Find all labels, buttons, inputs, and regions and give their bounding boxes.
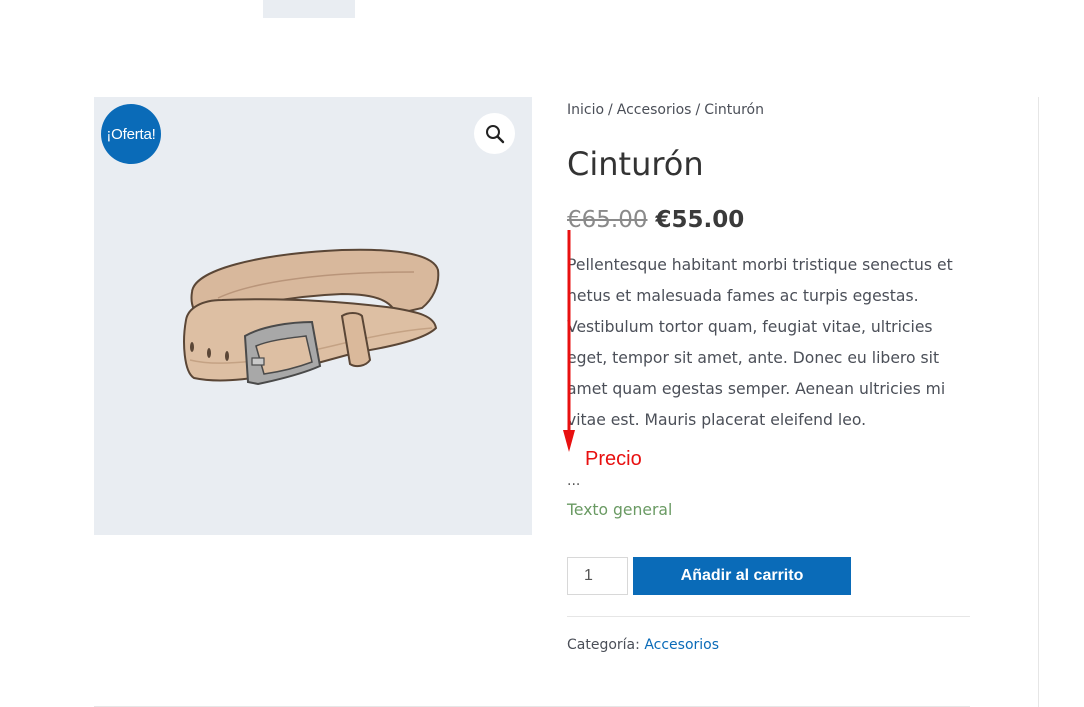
breadcrumb-accesorios-link[interactable]: Accesorios	[617, 102, 692, 118]
product-description: Pellentesque habitant morbi tristique se…	[567, 256, 953, 429]
category-link[interactable]: Accesorios	[644, 637, 719, 653]
breadcrumb-current: Cinturón	[704, 102, 764, 118]
product-title: Cinturón	[567, 145, 704, 183]
annotation-label: Precio	[585, 448, 642, 470]
sale-badge: ¡Oferta!	[101, 104, 161, 164]
magnifier-icon	[485, 124, 504, 143]
divider	[567, 616, 970, 617]
sidebar-divider	[1038, 97, 1039, 707]
general-text: Texto general	[567, 501, 673, 519]
red-arrow-annotation	[563, 230, 575, 452]
ellipsis-text: ...	[567, 473, 581, 489]
product-category: Categoría: Accesorios	[567, 637, 719, 653]
product-gallery: ¡Oferta!	[94, 97, 532, 535]
top-nav-tab[interactable]	[263, 0, 355, 18]
add-to-cart-button[interactable]: Añadir al carrito	[633, 557, 851, 595]
breadcrumb-home-link[interactable]: Inicio	[567, 102, 604, 118]
sale-price: €55.00	[655, 207, 745, 233]
product-price: €65.00 €55.00	[567, 207, 744, 233]
category-label: Categoría:	[567, 637, 640, 653]
breadcrumb-separator: /	[695, 102, 701, 118]
regular-price: €65.00	[567, 207, 648, 233]
quantity-input[interactable]	[567, 557, 628, 595]
belt-image[interactable]	[182, 242, 446, 392]
zoom-button[interactable]	[474, 113, 515, 154]
breadcrumb: Inicio / Accesorios / Cinturón	[567, 102, 764, 118]
breadcrumb-separator: /	[608, 102, 613, 118]
